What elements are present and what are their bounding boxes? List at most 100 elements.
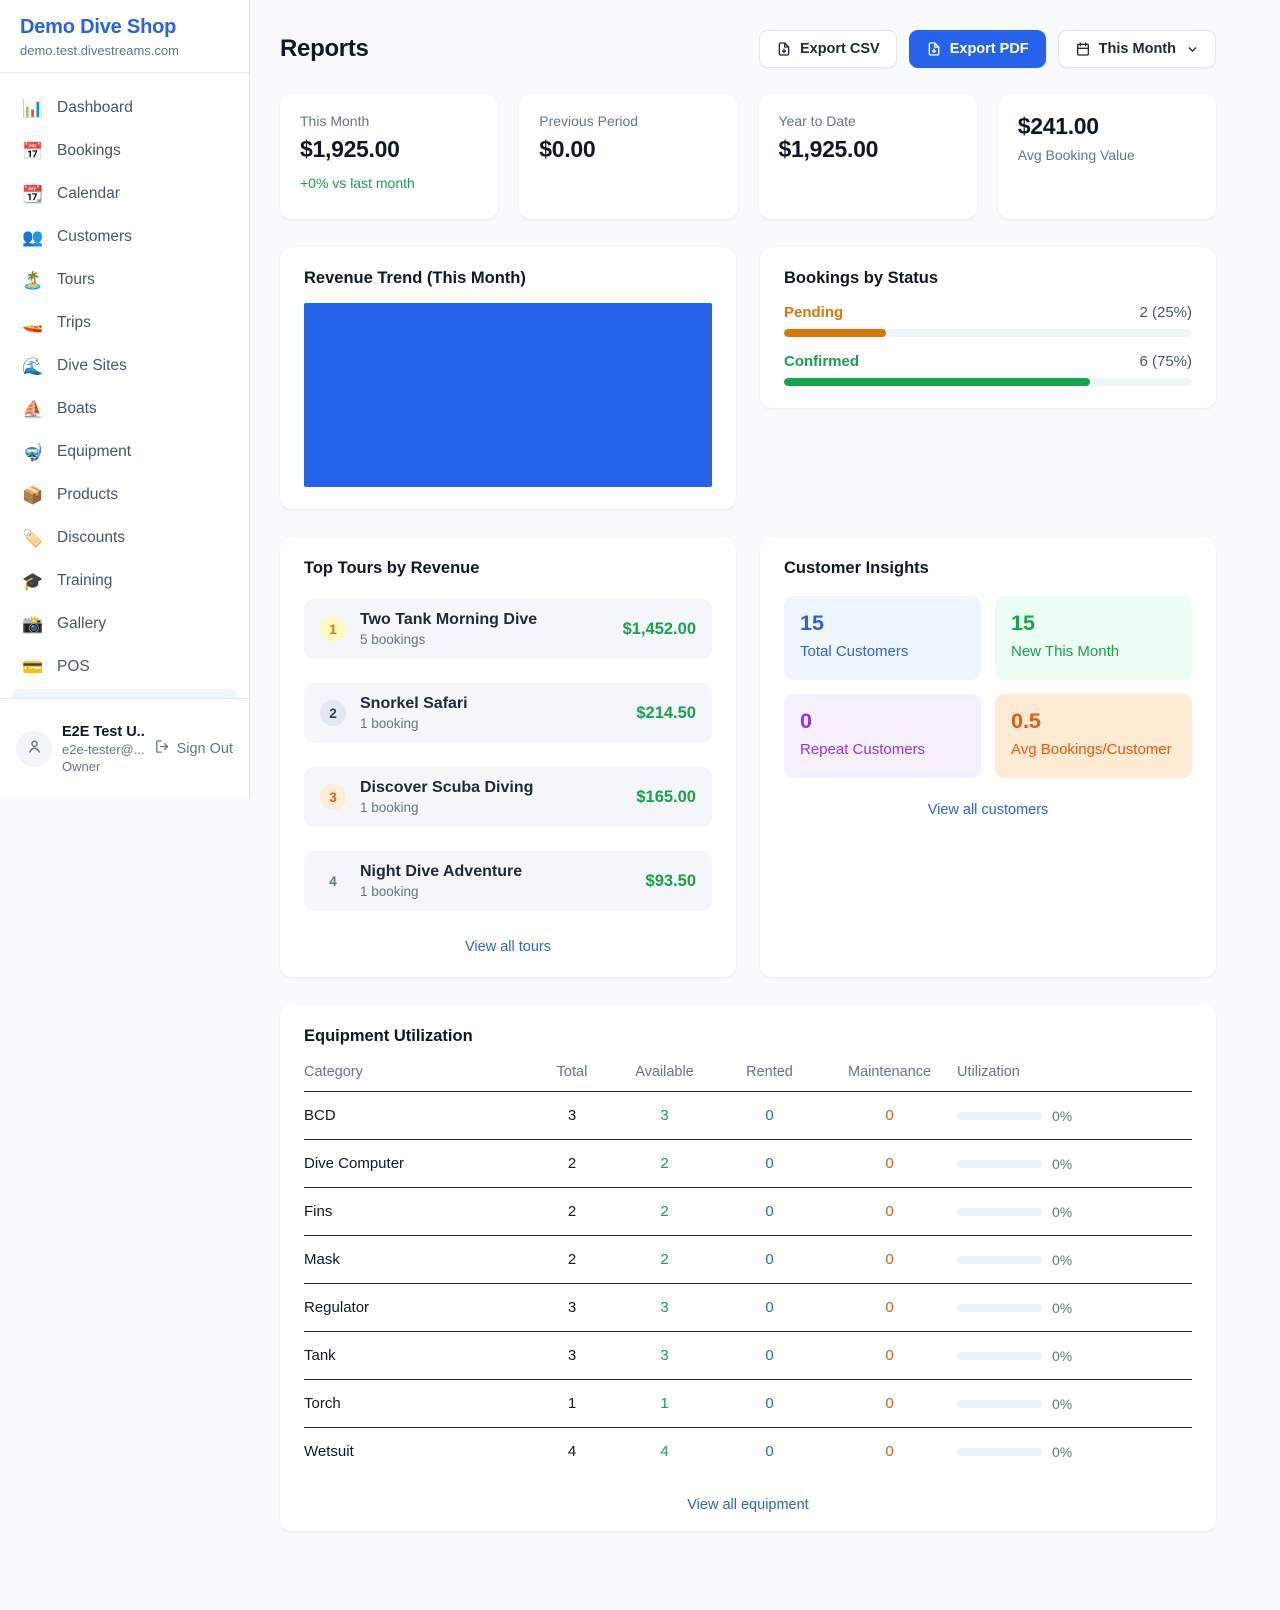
bookings-by-status-title: Bookings by Status: [784, 269, 1192, 288]
nav-item-label: Training: [57, 572, 112, 590]
nav-item-label: Discounts: [57, 529, 125, 547]
tour-list-item: 1 Two Tank Morning Dive 5 bookings $1,45…: [304, 599, 712, 659]
sign-out-button[interactable]: Sign Out: [154, 738, 233, 759]
tour-revenue: $93.50: [646, 872, 696, 891]
stat-value: $1,925.00: [300, 136, 478, 163]
nav-item-icon: 📸: [22, 616, 44, 633]
sidebar-item-products[interactable]: 📦 Products: [12, 474, 237, 516]
rank-badge: 1: [320, 616, 346, 642]
avatar: [16, 731, 52, 767]
view-all-equipment-link[interactable]: View all equipment: [304, 1497, 1192, 1513]
period-dropdown[interactable]: This Month: [1058, 30, 1216, 68]
sidebar: Demo Dive Shop demo.test.divestreams.com…: [0, 0, 250, 798]
status-list: Pending 2 (25%) Confirmed 6 (75%): [784, 304, 1192, 386]
utilization-bar-track: [957, 1112, 1042, 1120]
nav-item-icon: 👥: [22, 229, 44, 246]
main-content: Reports Export CSV Export PDF This Month: [250, 0, 1280, 1601]
sidebar-item-tours[interactable]: 🏝️ Tours: [12, 259, 237, 301]
status-bar-track: [784, 329, 1192, 337]
view-all-customers-link[interactable]: View all customers: [784, 802, 1192, 818]
insight-value: 15: [1011, 611, 1176, 636]
sidebar-item-equipment[interactable]: 🤿 Equipment: [12, 431, 237, 473]
sidebar-item-trips[interactable]: 🚤 Trips: [12, 302, 237, 344]
user-email: e2e-tester@...: [62, 742, 144, 757]
sidebar-item-discounts[interactable]: 🏷️ Discounts: [12, 517, 237, 559]
nav-item-icon: 🎓: [22, 573, 44, 590]
nav-item-icon: 🚤: [22, 315, 44, 332]
sidebar-item-training[interactable]: 🎓 Training: [12, 560, 237, 602]
user-meta: E2E Test U... e2e-tester@... Owner: [62, 724, 144, 774]
stat-card: Year to Date $1,925.00: [759, 94, 977, 219]
utilization-bar-track: [957, 1400, 1042, 1408]
nav-item-label: Tours: [57, 271, 95, 289]
equipment-total: 3: [532, 1284, 612, 1332]
sidebar-item-dashboard[interactable]: 📊 Dashboard: [12, 87, 237, 129]
table-header-row: Category Total Available Rented Maintena…: [304, 1064, 1192, 1092]
sidebar-item-gallery[interactable]: 📸 Gallery: [12, 603, 237, 645]
insight-tile: 0.5 Avg Bookings/Customer: [995, 694, 1192, 778]
tour-name: Night Dive Adventure: [360, 863, 632, 881]
tour-bookings: 5 bookings: [360, 632, 609, 647]
page-title: Reports: [280, 35, 369, 63]
export-pdf-button[interactable]: Export PDF: [909, 30, 1046, 68]
status-bar-fill: [784, 378, 1090, 386]
tours-insights-row: Top Tours by Revenue 1 Two Tank Morning …: [280, 537, 1216, 977]
nav-item-icon: 🌊: [22, 358, 44, 375]
sidebar-item-boats[interactable]: ⛵ Boats: [12, 388, 237, 430]
equipment-rented: 0: [717, 1140, 822, 1188]
insight-label: Total Customers: [800, 643, 965, 660]
tour-name: Snorkel Safari: [360, 695, 622, 713]
equipment-available: 2: [612, 1140, 717, 1188]
tour-list-item: 3 Discover Scuba Diving 1 booking $165.0…: [304, 767, 712, 827]
logout-icon: [154, 738, 171, 759]
sidebar-item-pos[interactable]: 💳 POS: [12, 646, 237, 688]
nav-item-icon: 🏝️: [22, 272, 44, 289]
page-header: Reports Export CSV Export PDF This Month: [280, 30, 1216, 68]
file-export-icon: [776, 41, 792, 57]
shop-domain: demo.test.divestreams.com: [20, 43, 229, 58]
status-value: 2 (25%): [1139, 304, 1192, 321]
stat-value: $1,925.00: [779, 136, 957, 163]
equipment-category: Wetsuit: [304, 1428, 532, 1476]
status-row: Pending 2 (25%): [784, 304, 1192, 337]
equipment-category: Mask: [304, 1236, 532, 1284]
table-row: Dive Computer 2 2 0 0 0%: [304, 1140, 1192, 1188]
top-tours-card: Top Tours by Revenue 1 Two Tank Morning …: [280, 537, 736, 977]
header-actions: Export CSV Export PDF This Month: [759, 30, 1216, 68]
equipment-total: 3: [532, 1332, 612, 1380]
nav-item-icon: ⛵: [22, 401, 44, 418]
nav-item-icon: 🤿: [22, 444, 44, 461]
insight-label: New This Month: [1011, 643, 1176, 660]
stat-card: This Month $1,925.00 +0% vs last month: [280, 94, 498, 219]
stat-label: Previous Period: [539, 113, 717, 129]
sidebar-item-dive-sites[interactable]: 🌊 Dive Sites: [12, 345, 237, 387]
column-header-available: Available: [612, 1064, 717, 1092]
utilization-percent: 0%: [1052, 1252, 1072, 1268]
view-all-tours-link[interactable]: View all tours: [304, 939, 712, 955]
nav-item-label: Products: [57, 486, 118, 504]
export-csv-button[interactable]: Export CSV: [759, 30, 897, 68]
brand-block[interactable]: Demo Dive Shop demo.test.divestreams.com: [0, 0, 249, 73]
sidebar-item-bookings[interactable]: 📅 Bookings: [12, 130, 237, 172]
sidebar-item-selected-partial[interactable]: [12, 689, 237, 698]
stat-value: $0.00: [539, 136, 717, 163]
status-row: Confirmed 6 (75%): [784, 353, 1192, 386]
table-row: Torch 1 1 0 0 0%: [304, 1380, 1192, 1428]
utilization-bar-track: [957, 1256, 1042, 1264]
equipment-maintenance: 0: [822, 1332, 957, 1380]
sidebar-item-calendar[interactable]: 📆 Calendar: [12, 173, 237, 215]
stat-label: Year to Date: [779, 113, 957, 129]
user-name: E2E Test U...: [62, 724, 144, 740]
equipment-total: 1: [532, 1380, 612, 1428]
calendar-icon: [1075, 41, 1091, 57]
equipment-available: 2: [612, 1236, 717, 1284]
equipment-category: Regulator: [304, 1284, 532, 1332]
file-export-icon: [926, 41, 942, 57]
nav-item-label: Dashboard: [57, 99, 133, 117]
tour-list: 1 Two Tank Morning Dive 5 bookings $1,45…: [304, 599, 712, 911]
stat-value: $241.00: [1018, 113, 1196, 140]
sidebar-item-customers[interactable]: 👥 Customers: [12, 216, 237, 258]
equipment-rented: 0: [717, 1092, 822, 1140]
column-header-rented: Rented: [717, 1064, 822, 1092]
equipment-maintenance: 0: [822, 1428, 957, 1476]
